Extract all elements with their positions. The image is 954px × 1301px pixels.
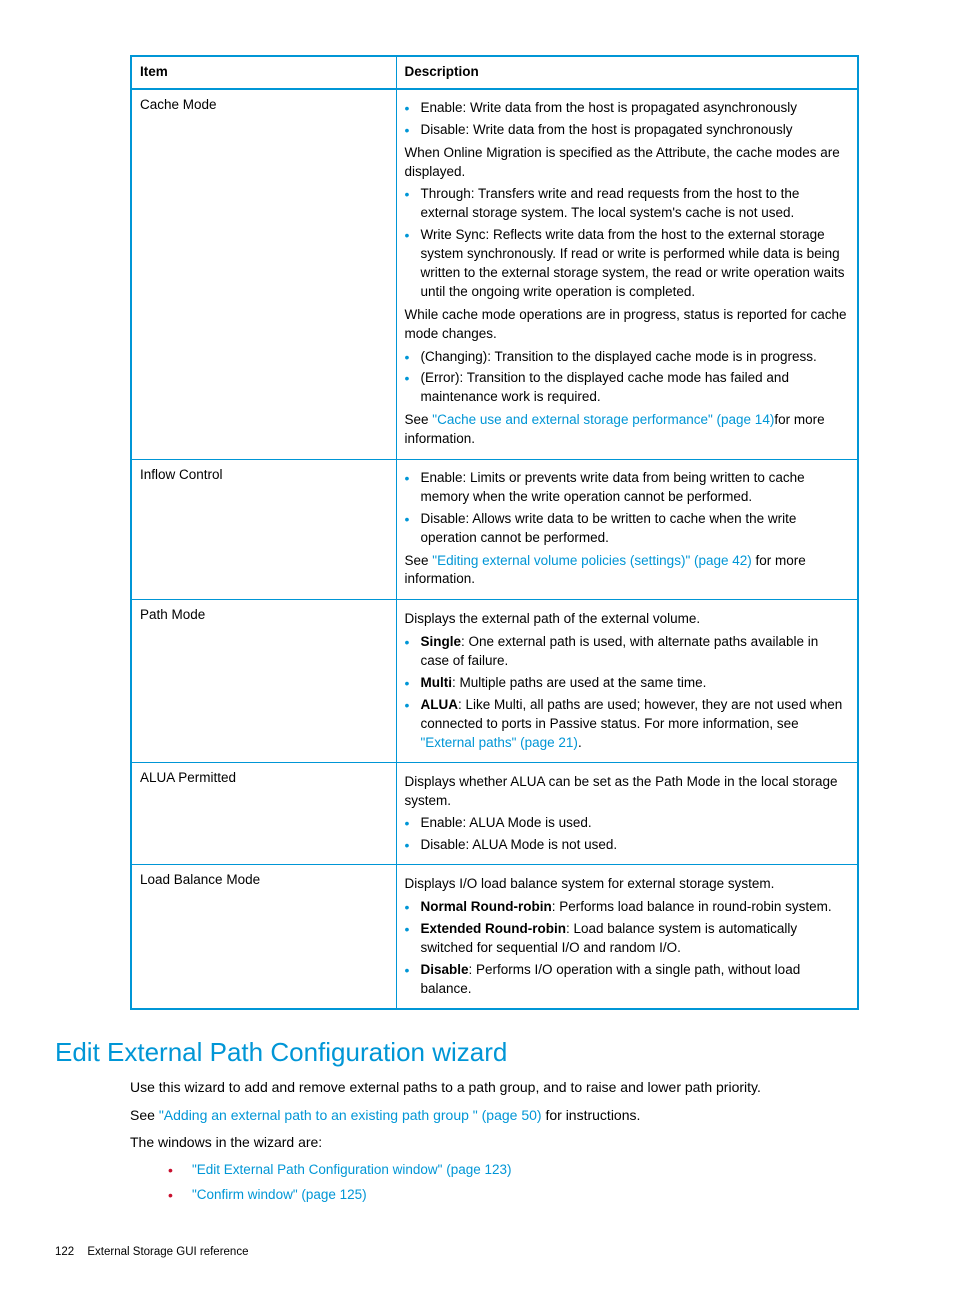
list-item: Normal Round-robin: Performs load balanc… [405, 898, 850, 917]
list-item: Disable: Performs I/O operation with a s… [405, 961, 850, 999]
list-item: Disable: Write data from the host is pro… [405, 121, 850, 140]
table-row: Cache Mode Enable: Write data from the h… [131, 89, 858, 460]
table-header-item: Item [131, 56, 396, 89]
list-item: "Edit External Path Configuration window… [168, 1161, 859, 1180]
item-cell: Load Balance Mode [131, 865, 396, 1009]
paragraph: See "Editing external volume policies (s… [405, 552, 850, 590]
item-cell: Cache Mode [131, 89, 396, 460]
link-cache-use[interactable]: "Cache use and external storage performa… [432, 412, 774, 427]
list-item: ALUA: Like Multi, all paths are used; ho… [405, 696, 850, 753]
paragraph: When Online Migration is specified as th… [405, 144, 850, 182]
list-item: (Changing): Transition to the displayed … [405, 348, 850, 367]
list-item: Disable: Allows write data to be written… [405, 510, 850, 548]
page-number: 122 [55, 1246, 74, 1258]
paragraph: While cache mode operations are in progr… [405, 306, 850, 344]
paragraph: Use this wizard to add and remove extern… [130, 1078, 859, 1098]
list-item: Multi: Multiple paths are used at the sa… [405, 674, 850, 693]
description-cell: Displays the external path of the extern… [396, 600, 858, 762]
paragraph: See "Adding an external path to an exist… [130, 1106, 859, 1126]
section-heading: Edit External Path Configuration wizard [55, 1034, 859, 1070]
parameters-table: Item Description Cache Mode Enable: Writ… [130, 55, 859, 1010]
list-item: (Error): Transition to the displayed cac… [405, 369, 850, 407]
description-cell: Enable: Write data from the host is prop… [396, 89, 858, 460]
list-item: Extended Round-robin: Load balance syste… [405, 920, 850, 958]
list-item: Enable: Limits or prevents write data fr… [405, 469, 850, 507]
footer-title: External Storage GUI reference [87, 1246, 248, 1258]
description-cell: Enable: Limits or prevents write data fr… [396, 460, 858, 600]
table-row: ALUA Permitted Displays whether ALUA can… [131, 762, 858, 865]
description-cell: Displays I/O load balance system for ext… [396, 865, 858, 1009]
list-item: Enable: ALUA Mode is used. [405, 814, 850, 833]
item-cell: Inflow Control [131, 460, 396, 600]
paragraph: Displays I/O load balance system for ext… [405, 875, 850, 894]
table-header-description: Description [396, 56, 858, 89]
table-row: Load Balance Mode Displays I/O load bala… [131, 865, 858, 1009]
list-item: Disable: ALUA Mode is not used. [405, 836, 850, 855]
paragraph: See "Cache use and external storage perf… [405, 411, 850, 449]
link-adding-external-path[interactable]: "Adding an external path to an existing … [159, 1107, 542, 1123]
table-row: Path Mode Displays the external path of … [131, 600, 858, 762]
list-item: Enable: Write data from the host is prop… [405, 99, 850, 118]
list-item: Through: Transfers write and read reques… [405, 185, 850, 223]
paragraph: Displays whether ALUA can be set as the … [405, 773, 850, 811]
item-cell: ALUA Permitted [131, 762, 396, 865]
description-cell: Displays whether ALUA can be set as the … [396, 762, 858, 865]
link-external-paths[interactable]: "External paths" (page 21) [421, 735, 578, 750]
paragraph: The windows in the wizard are: [130, 1133, 859, 1153]
list-item: Write Sync: Reflects write data from the… [405, 226, 850, 302]
list-item: Single: One external path is used, with … [405, 633, 850, 671]
link-edit-config-window[interactable]: "Edit External Path Configuration window… [192, 1162, 512, 1177]
link-editing-policies[interactable]: "Editing external volume policies (setti… [432, 553, 752, 568]
page-footer: 122 External Storage GUI reference [55, 1244, 859, 1260]
list-item: "Confirm window" (page 125) [168, 1186, 859, 1205]
item-cell: Path Mode [131, 600, 396, 762]
table-row: Inflow Control Enable: Limits or prevent… [131, 460, 858, 600]
paragraph: Displays the external path of the extern… [405, 610, 850, 629]
link-confirm-window[interactable]: "Confirm window" (page 125) [192, 1187, 367, 1202]
